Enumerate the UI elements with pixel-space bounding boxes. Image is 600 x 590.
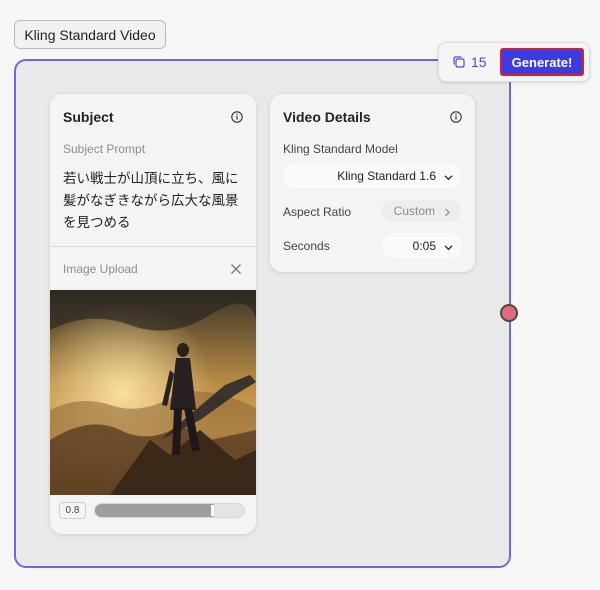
image-upload-label: Image Upload bbox=[63, 262, 138, 276]
seconds-select[interactable]: 0:05 bbox=[382, 233, 462, 258]
node-toolbar: 15 Generate! bbox=[438, 42, 590, 82]
node-title-tab[interactable]: Kling Standard Video bbox=[14, 20, 166, 49]
credits-indicator: 15 bbox=[453, 54, 492, 70]
video-details-title: Video Details bbox=[283, 109, 371, 125]
seconds-label: Seconds bbox=[283, 239, 330, 253]
image-strength-value: 0.8 bbox=[59, 502, 86, 519]
generate-button[interactable]: Generate! bbox=[500, 48, 584, 76]
subject-card-title: Subject bbox=[63, 109, 114, 125]
subject-prompt-label: Subject Prompt bbox=[63, 142, 146, 156]
model-select-value: Kling Standard 1.6 bbox=[337, 168, 436, 183]
close-icon[interactable] bbox=[230, 262, 242, 274]
chevron-down-icon bbox=[444, 171, 453, 181]
aspect-ratio-label: Aspect Ratio bbox=[283, 205, 352, 219]
model-select[interactable]: Kling Standard 1.6 bbox=[283, 163, 462, 188]
credits-icon bbox=[453, 56, 465, 68]
chevron-right-icon bbox=[443, 206, 451, 217]
video-details-header: Video Details bbox=[270, 94, 475, 140]
subject-card-header: Subject bbox=[50, 94, 256, 140]
credits-count: 15 bbox=[471, 54, 487, 70]
output-connector-handle[interactable] bbox=[500, 304, 518, 322]
divider bbox=[50, 246, 256, 247]
info-icon[interactable] bbox=[450, 111, 462, 123]
aspect-ratio-button[interactable]: Custom bbox=[381, 200, 461, 222]
subject-prompt-text[interactable]: 若い戦士が山頂に立ち、風に髪がなぎきながら広大な風景を見つめる bbox=[63, 168, 248, 234]
chevron-down-icon bbox=[444, 241, 453, 251]
image-strength-handle[interactable] bbox=[211, 505, 215, 516]
seconds-select-value: 0:05 bbox=[412, 238, 436, 253]
model-label: Kling Standard Model bbox=[283, 142, 398, 156]
node-title: Kling Standard Video bbox=[24, 26, 156, 43]
video-details-card: Video Details Kling Standard Model Kling… bbox=[270, 94, 475, 272]
info-icon[interactable] bbox=[231, 111, 243, 123]
image-strength-slider[interactable] bbox=[94, 503, 245, 518]
uploaded-image[interactable] bbox=[50, 290, 256, 495]
aspect-ratio-value: Custom bbox=[393, 204, 435, 218]
subject-card: Subject Subject Prompt 若い戦士が山頂に立ち、風に髪がなぎ… bbox=[50, 94, 256, 534]
image-strength-fill bbox=[95, 504, 215, 517]
